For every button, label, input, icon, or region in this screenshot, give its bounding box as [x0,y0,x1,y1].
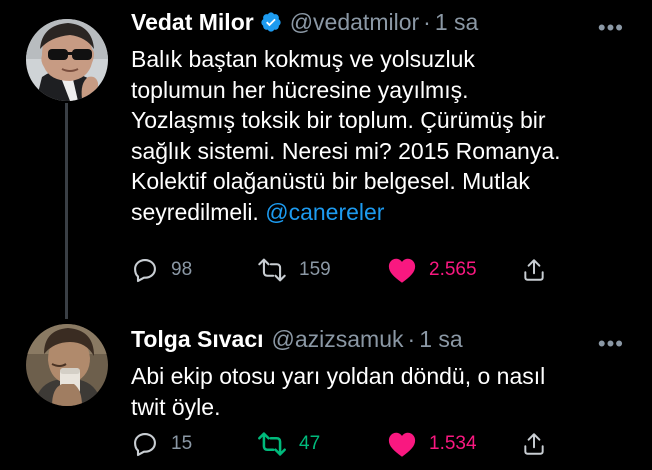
tweet-text: Balık baştan kokmuş ve yolsuzluk toplumu… [131,44,631,227]
tweet-text-line: Abi ekip otosu yarı yoldan döndü, o nası… [131,363,546,389]
timestamp[interactable]: 1 sa [419,325,462,353]
heart-filled-icon [388,432,416,457]
tweet-text-line: sağlık sistemi. Neresi mi? 2015 Romanya. [131,137,561,164]
tweet-actions: 98 159 2.565 [131,256,551,288]
avatar[interactable] [26,19,108,101]
heart-filled-icon [388,258,416,283]
share-button[interactable] [521,430,547,458]
tweet-text-line: Yozlaşmış toksik bir toplum. Çürümüş bir [131,107,546,133]
reply-count: 98 [171,259,193,280]
tweet-actions: 15 47 1.534 [131,430,551,462]
like-count: 1.534 [429,433,477,454]
mention-link[interactable]: @canereler [265,199,384,225]
reply-count: 15 [171,433,193,454]
share-button[interactable] [521,256,547,284]
tweet-text-line: seyredilmeli. @canereler [131,197,631,228]
tweet-header: Vedat Milor @vedatmilor · 1 sa [131,8,478,36]
share-icon [524,433,544,455]
retweet-button[interactable]: 47 [257,430,320,458]
like-button[interactable]: 2.565 [387,256,477,284]
separator-dot: · [423,9,431,35]
separator-dot: · [407,326,416,352]
tweet-text: Abi ekip otosu yarı yoldan döndü, o nası… [131,361,631,422]
share-icon [524,259,544,281]
more-options-icon[interactable]: ••• [598,333,624,355]
tweet[interactable]: Tolga Sıvacı @azizsamuk · 1 sa ••• Abi e… [0,300,652,470]
profile-photo-icon [26,19,108,101]
tweet-text-line: toplumun her hücresine yayılmış. [131,76,469,103]
retweet-button[interactable]: 159 [257,256,331,284]
timestamp[interactable]: 1 sa [435,8,478,36]
more-options-icon[interactable]: ••• [598,17,624,39]
author-name[interactable]: Tolga Sıvacı [131,325,264,353]
retweet-count: 159 [299,259,331,280]
tweet[interactable]: Vedat Milor @vedatmilor · 1 sa ••• Balık… [0,0,652,319]
tweet-text-line: Kolektif olağanüstü bir belgesel. Mutlak [131,168,530,194]
reply-icon [134,433,156,457]
tweet-text-line: Balık baştan kokmuş ve yolsuzluk [131,46,475,72]
like-count: 2.565 [429,259,477,280]
retweet-icon [258,432,286,456]
tweet-header: Tolga Sıvacı @azizsamuk · 1 sa [131,325,463,353]
author-handle[interactable]: @azizsamuk [272,325,404,353]
thread-line [65,103,68,319]
reply-button[interactable]: 98 [131,256,192,284]
retweet-count: 47 [299,433,321,454]
retweet-icon [258,258,286,282]
author-name[interactable]: Vedat Milor [131,8,254,36]
tweet-text-segment: seyredilmeli. [131,198,259,225]
author-handle[interactable]: @vedatmilor [290,8,419,36]
profile-photo-icon [26,324,108,406]
tweet-text-line: twit öyle. [131,393,221,420]
like-button[interactable]: 1.534 [387,430,477,458]
avatar[interactable] [26,324,108,406]
reply-button[interactable]: 15 [131,430,192,458]
reply-icon [134,259,156,283]
verified-badge-icon [261,12,281,32]
